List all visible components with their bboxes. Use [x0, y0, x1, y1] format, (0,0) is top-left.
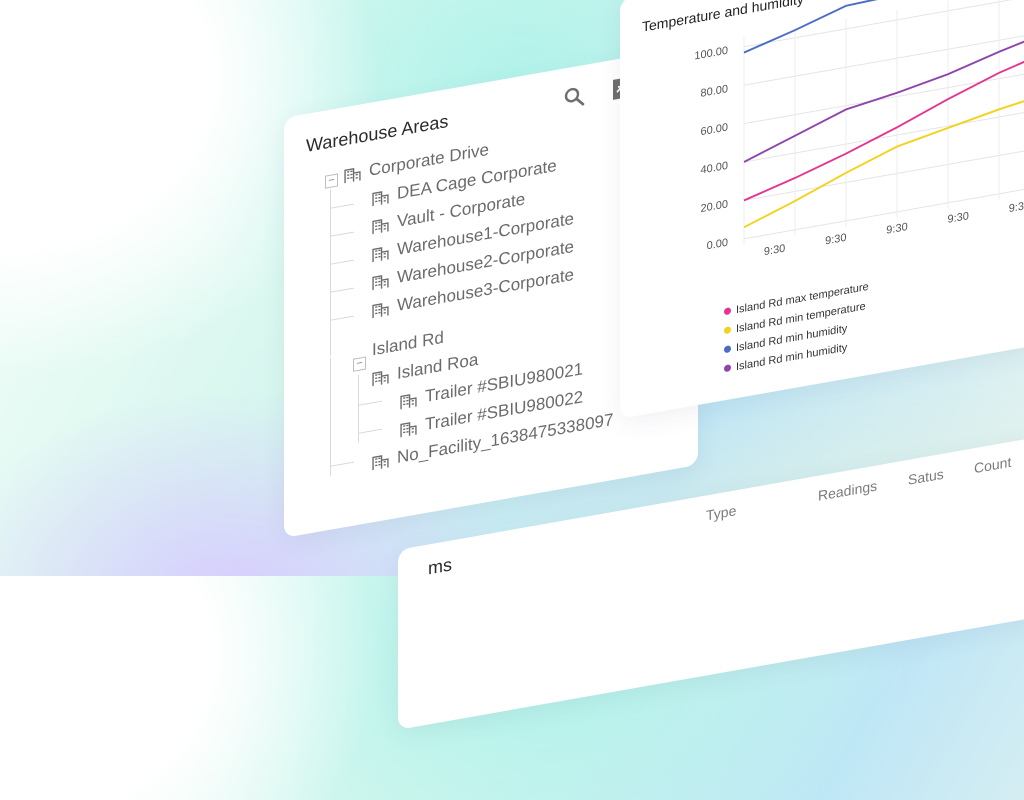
- series-line-0: [743, 49, 1024, 202]
- search-icon[interactable]: [562, 83, 586, 111]
- building-icon: [344, 167, 361, 183]
- tree-connector: [330, 461, 354, 467]
- column-header-type[interactable]: Type: [706, 502, 736, 523]
- dashboard-stage: Warehouse Areas − Corporate Drive DEA Ca…: [0, 0, 1024, 730]
- tree-node-label: Island Rd: [372, 327, 444, 360]
- legend-dot-2: [724, 345, 731, 354]
- temperature-humidity-chart: 0.00 20.00 40.00 60.00 80.00 100.00 9:30 9:30 9:…: [694, 0, 1024, 259]
- y-tick-label: 60.00: [700, 122, 728, 139]
- x-tick-label: 9:30: [886, 221, 907, 237]
- building-icon: [400, 393, 417, 409]
- tree-connector: [330, 203, 354, 209]
- collapse-toggle[interactable]: −: [325, 173, 338, 189]
- building-icon: [372, 370, 389, 386]
- series-line-3: [743, 30, 1024, 163]
- legend-dot-3: [724, 364, 731, 373]
- building-icon: [372, 218, 389, 234]
- y-tick-label: 80.00: [700, 83, 728, 100]
- tree-connector: [330, 315, 354, 321]
- building-icon: [372, 302, 389, 318]
- y-tick-label: 40.00: [700, 160, 728, 177]
- tree-connector: [330, 357, 331, 476]
- tree-connector: [330, 287, 354, 293]
- x-tick-label: 9:30: [948, 210, 969, 226]
- building-icon: [400, 421, 417, 437]
- legend-dot-1: [724, 326, 731, 335]
- tree-connector: [358, 428, 382, 434]
- y-tick-label: 100.00: [694, 45, 728, 63]
- y-tick-label: 20.00: [700, 198, 728, 215]
- legend-dot-0: [724, 307, 731, 316]
- column-header-readings[interactable]: Readings: [818, 477, 877, 503]
- grid-line: [744, 0, 1024, 48]
- tree-connector: [330, 189, 331, 356]
- x-tick-label: 9:30: [764, 243, 785, 259]
- collapse-toggle[interactable]: −: [353, 356, 366, 372]
- tree-connector: [358, 400, 382, 406]
- building-icon: [372, 246, 389, 262]
- x-tick-label: 9:30: [1009, 199, 1024, 215]
- tree-node-island-rd[interactable]: Island Rd: [372, 328, 444, 361]
- building-icon: [372, 190, 389, 206]
- temperature-humidity-card: Temperature and humidity 0.00 20.00 40.00 6…: [620, 0, 1024, 419]
- building-icon: [372, 274, 389, 290]
- series-line-2: [743, 0, 1024, 54]
- column-header-status[interactable]: Satus: [908, 466, 944, 488]
- series-line-1: [743, 91, 1024, 229]
- column-header-count[interactable]: Count: [974, 454, 1011, 477]
- tree-connector: [330, 259, 354, 265]
- building-icon: [372, 454, 389, 470]
- x-tick-label: 9:30: [825, 232, 846, 248]
- tree-connector: [330, 231, 354, 237]
- y-tick-label: 0.00: [707, 237, 728, 253]
